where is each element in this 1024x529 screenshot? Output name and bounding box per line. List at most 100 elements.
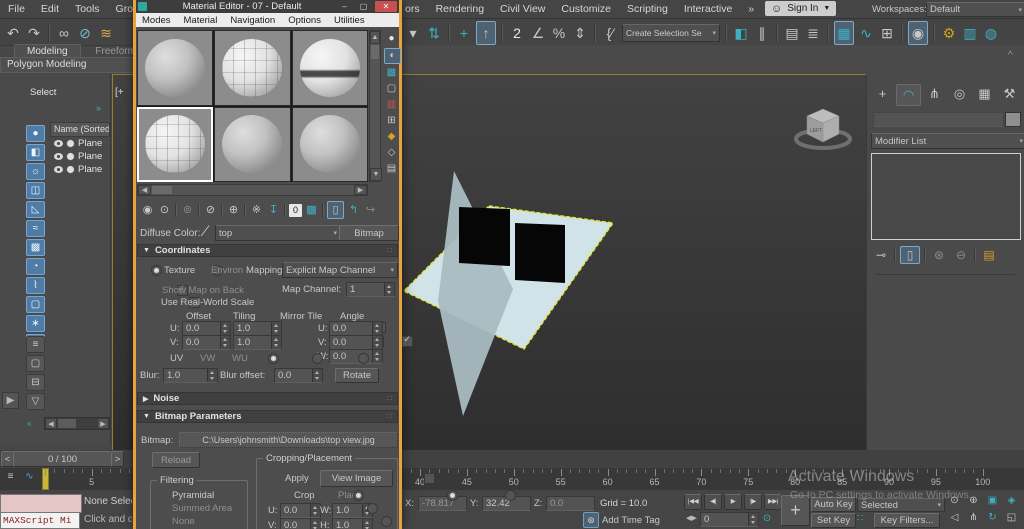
bind-spacewarp-icon[interactable]: ≋ [97, 22, 115, 44]
crop-v-field[interactable]: 0.0 [280, 518, 321, 529]
field-of-view-icon[interactable]: ◁ [946, 511, 963, 525]
viewcube[interactable]: LEFT [794, 108, 852, 150]
rotate-button[interactable]: Rotate [335, 368, 379, 383]
menu-file[interactable]: File [8, 3, 25, 15]
go-to-start-button[interactable]: |◀◀ [684, 494, 702, 510]
u-tiling-field[interactable]: 1.0 [233, 321, 282, 336]
key-mode-toggle-icon[interactable]: ⊙ [760, 512, 774, 526]
u-angle-field[interactable]: 0.0 [329, 321, 383, 336]
display-helpers-icon[interactable]: ◺ [26, 201, 45, 218]
rendered-frame-icon[interactable]: ▥ [961, 22, 979, 44]
menu-rendering[interactable]: Rendering [436, 3, 484, 15]
spinner[interactable] [372, 336, 382, 349]
scroll-left-icon[interactable]: ◀ [45, 418, 57, 429]
close-button[interactable]: ✕ [375, 1, 397, 12]
slots-vscrollbar[interactable]: ▲ ▼ [369, 30, 382, 182]
scroll-down-icon[interactable]: ▼ [370, 168, 382, 181]
bitmap-path-button[interactable]: C:\Users\johnsmith\Downloads\top view.jp… [179, 432, 398, 448]
maxscript-mini-listener[interactable]: MAXScript Mi [0, 512, 80, 529]
scroll-right-icon[interactable]: ▶ [97, 418, 109, 429]
ribbon-collapse-icon[interactable]: ^ [1008, 50, 1013, 61]
zoom-extents-icon[interactable]: ▣ [984, 494, 1001, 508]
sample-uv-tiling-icon[interactable]: ▢ [384, 82, 399, 96]
spinner[interactable] [372, 350, 382, 363]
key-filter-pose-icon[interactable]: ∷ [857, 513, 863, 524]
remove-modifier-icon[interactable]: ⊖ [952, 247, 970, 263]
menu-customize[interactable]: Customize [561, 3, 611, 15]
scene-explorer-row[interactable]: Plane [50, 137, 110, 150]
v-tile-checkbox[interactable] [402, 334, 414, 347]
workspace-combo[interactable]: Default ▾ [926, 2, 1024, 17]
bitmap-parameters-rollout-header[interactable]: ▼ Bitmap Parameters ∷ [137, 410, 398, 423]
object-color-swatch[interactable] [1005, 112, 1021, 127]
zoom-extents-all-icon[interactable]: ◈ [1003, 494, 1020, 508]
pen-icon[interactable]: ╱ [201, 226, 209, 238]
noise-rollout-header[interactable]: ▶ Noise ∷ [137, 392, 398, 405]
curve-editor-icon[interactable]: ∿ [857, 22, 875, 44]
material-sample-slot-selected[interactable] [137, 106, 214, 182]
material-sample-slot[interactable] [214, 30, 291, 106]
layer-manager-icon[interactable]: ▤ [783, 22, 801, 44]
reset-map-icon[interactable]: ⊘ [203, 202, 218, 218]
named-selection-sets-icon[interactable]: {⁄ [601, 22, 619, 44]
key-filters-button[interactable]: Key Filters... [874, 513, 940, 528]
spinner[interactable] [271, 336, 281, 349]
time-tag-icon[interactable]: ⊛ [583, 512, 599, 528]
make-material-copy-icon[interactable]: ⊕ [226, 202, 241, 218]
plane-black-right[interactable] [515, 223, 565, 283]
view-image-button[interactable]: View Image [320, 470, 393, 487]
menu-civil-view[interactable]: Civil View [500, 3, 545, 15]
flyout-arrow-button[interactable]: ▶ [2, 392, 19, 409]
scene-explorer-row[interactable]: Plane [50, 163, 110, 176]
menu-tools[interactable]: Tools [75, 3, 100, 15]
reload-button[interactable]: Reload [152, 452, 200, 468]
go-to-parent-icon[interactable]: ↰ [346, 202, 361, 218]
maximize-button[interactable]: ▢ [356, 1, 371, 12]
crop-u-field[interactable]: 0.0 [280, 503, 321, 518]
scene-explorer-icon[interactable]: ▦ [834, 21, 854, 45]
summed-area-radio[interactable] [366, 503, 378, 514]
sign-in-button[interactable]: ☺ Sign In ▼ [765, 1, 837, 16]
menu-navigation[interactable]: Navigation [230, 15, 275, 26]
frame-spinner[interactable] [748, 513, 758, 526]
tab-display[interactable]: ▦ [973, 84, 996, 104]
previous-frame-button[interactable]: ◀| [704, 494, 722, 510]
material-sample-slot[interactable] [291, 106, 368, 182]
menu-gro[interactable]: Gro [116, 3, 134, 15]
menu-material[interactable]: Material [184, 15, 218, 26]
make-unique-icon[interactable]: ※ [249, 202, 264, 218]
menu-scripting[interactable]: Scripting [627, 3, 668, 15]
spinner[interactable] [312, 369, 322, 382]
v-angle-field[interactable]: 0.0 [329, 335, 383, 350]
spinner[interactable] [372, 322, 382, 335]
time-next-button[interactable]: > [111, 451, 124, 467]
material-id-channel-icon[interactable]: 0 [289, 203, 302, 217]
scroll-right-icon[interactable]: ▶ [354, 185, 367, 195]
modifier-list-combo[interactable]: Modifier List ▾ [871, 133, 1024, 149]
put-material-to-scene-icon[interactable]: ⊙ [157, 202, 172, 218]
selection-set-combo[interactable]: Create Selection Se ▾ [622, 24, 720, 42]
maxscript-listener-pink[interactable] [0, 494, 82, 513]
orbit-icon[interactable]: ↻ [984, 511, 1001, 525]
schematic-view-icon[interactable]: ⊞ [878, 22, 896, 44]
material-editor-titlebar[interactable]: Material Editor - 07 - Default – ▢ ✕ [136, 0, 399, 13]
menu-options[interactable]: Options [288, 15, 321, 26]
material-sample-slot[interactable] [291, 30, 368, 106]
column-header-name[interactable]: Name (Sorted A [50, 122, 110, 137]
coordinates-rollout-header[interactable]: ▼ Coordinates ∷ [137, 244, 398, 257]
map-type-button[interactable]: Bitmap [339, 225, 399, 241]
backlight-icon[interactable]: ◐ [384, 48, 401, 64]
render-setup-icon[interactable]: ⚙ [940, 22, 958, 44]
menu-utilities[interactable]: Utilities [334, 15, 365, 26]
play-button[interactable]: ▶ [724, 494, 742, 510]
display-particle-icon[interactable]: ◔ [26, 258, 45, 275]
render-icon[interactable]: ◍ [982, 22, 1000, 44]
set-key-button[interactable]: Set Key [811, 513, 856, 528]
show-end-result-icon[interactable]: ▯ [900, 246, 920, 264]
vw-radio[interactable] [312, 353, 324, 364]
apply-checkbox[interactable] [423, 473, 435, 484]
percent-snap-icon[interactable]: % [550, 22, 568, 44]
angle-snap-icon[interactable]: ∠ [529, 22, 547, 44]
w-angle-field[interactable]: 0.0 [329, 349, 383, 364]
spinner[interactable] [384, 283, 394, 296]
